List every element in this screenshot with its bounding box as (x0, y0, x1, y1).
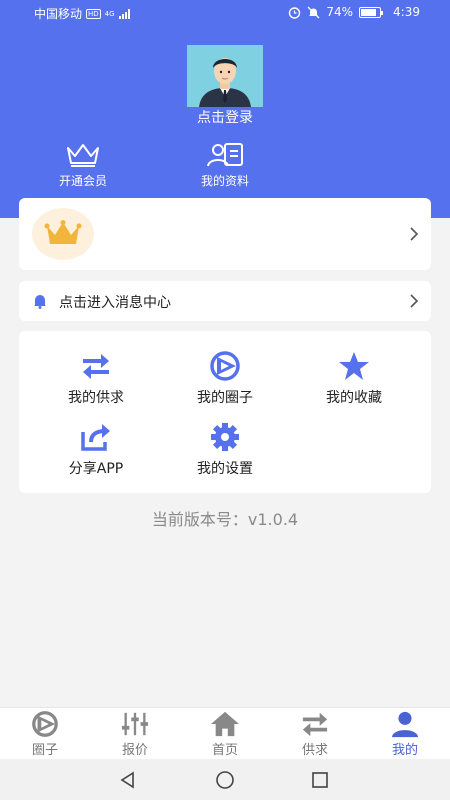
home-icon (211, 711, 239, 737)
circle-play-icon (32, 711, 58, 737)
profile-label: 我的资料 (200, 174, 249, 188)
tab-label: 圈子 (31, 743, 58, 758)
menu-label: 我的设置 (197, 461, 253, 477)
tab-label: 我的 (391, 743, 418, 758)
menu-share-app[interactable]: 分享APP (41, 422, 151, 478)
menu-my-supply[interactable]: 我的供求 (41, 351, 151, 407)
hd-badge: HD (86, 8, 101, 19)
battery-percent: 74% (326, 5, 354, 19)
gear-icon (211, 423, 239, 451)
vip-card[interactable] (19, 198, 431, 270)
tab-home[interactable]: 首页 (180, 708, 270, 759)
swap-arrows-icon (83, 354, 109, 379)
chevron-right-icon (410, 294, 419, 308)
menu-label: 我的圈子 (197, 390, 253, 406)
recents-icon[interactable] (310, 770, 330, 790)
network-type: 4G (104, 9, 115, 18)
signal-icon (118, 8, 130, 19)
swap-arrows-icon (302, 712, 328, 737)
version-text: 当前版本号：v1.0.4 (151, 510, 299, 529)
battery-icon (359, 6, 384, 18)
vip-crown-badge (32, 208, 94, 260)
system-nav-bar (0, 759, 450, 800)
tab-circle[interactable]: 圈子 (0, 708, 90, 759)
login-link[interactable]: 点击登录 (0, 107, 450, 127)
vip-label: 开通会员 (58, 174, 107, 188)
menu-label: 分享APP (68, 461, 124, 477)
gold-crown-icon (44, 220, 82, 244)
clock-time: 4:39 (393, 5, 420, 19)
mute-icon (307, 6, 320, 18)
id-card-icon (207, 143, 243, 167)
status-bar: 中国移动 HD 4G 74% 4:39 (0, 0, 450, 26)
back-icon[interactable] (118, 770, 138, 790)
circle-play-icon (210, 351, 240, 381)
menu-my-circle[interactable]: 我的圈子 (170, 351, 280, 407)
person-icon (391, 711, 419, 738)
crown-outline-icon (67, 144, 99, 167)
menu-my-settings[interactable]: 我的设置 (170, 422, 280, 478)
profile-button[interactable]: 我的资料 (175, 142, 275, 189)
tab-supply[interactable]: 供求 (270, 708, 360, 759)
tab-mine[interactable]: 我的 (360, 708, 450, 759)
tab-label: 报价 (121, 743, 148, 758)
sliders-icon (121, 712, 149, 736)
share-icon (81, 424, 110, 451)
tab-label: 供求 (301, 743, 328, 758)
bell-icon (34, 295, 46, 309)
home-nav-icon[interactable] (215, 770, 235, 790)
menu-label: 我的供求 (68, 390, 124, 406)
menu-label: 我的收藏 (326, 390, 382, 406)
menu-grid: 我的供求 我的圈子 我的收藏 分享APP 我的设置 (19, 331, 431, 493)
star-icon (339, 352, 369, 380)
menu-my-favorites[interactable]: 我的收藏 (299, 351, 409, 407)
vip-button[interactable]: 开通会员 (33, 142, 133, 189)
message-center-row[interactable]: 点击进入消息中心 (19, 281, 431, 321)
default-avatar-icon (187, 45, 263, 107)
alarm-icon (289, 6, 301, 19)
bottom-tab-bar: 圈子 报价 首页 供求 我的 (0, 707, 450, 759)
message-center-label: 点击进入消息中心 (59, 295, 171, 311)
tab-quote[interactable]: 报价 (90, 708, 180, 759)
avatar[interactable] (187, 45, 263, 107)
chevron-right-icon (410, 227, 419, 241)
carrier-text: 中国移动 (34, 7, 83, 21)
tab-label: 首页 (211, 743, 238, 758)
